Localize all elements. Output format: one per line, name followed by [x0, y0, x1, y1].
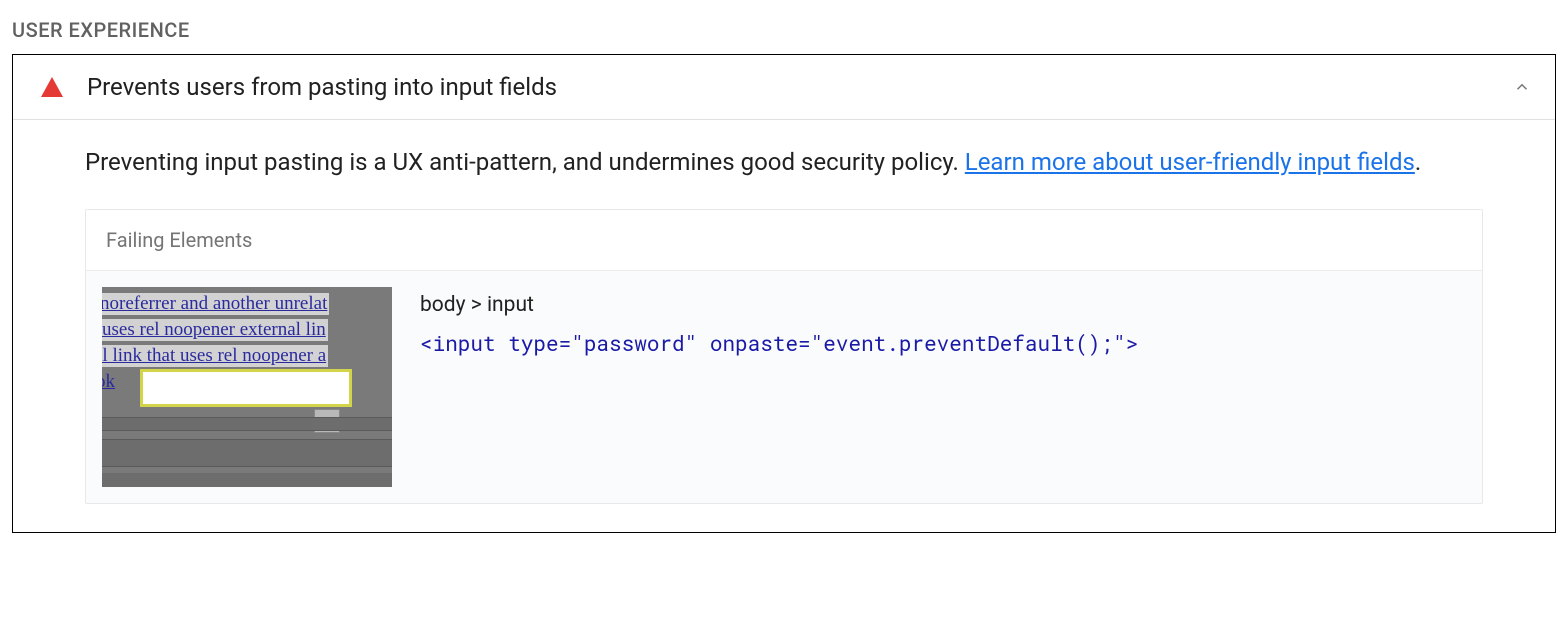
- failing-element-row: noreferrer and another unrelat t uses re…: [86, 271, 1482, 503]
- element-screenshot-thumbnail: noreferrer and another unrelat t uses re…: [102, 287, 392, 487]
- thumb-decoration: [102, 473, 392, 487]
- failing-elements-header: Failing Elements: [86, 210, 1482, 271]
- thumb-text-line: t uses rel noopener external lin: [102, 319, 328, 341]
- failing-element-details: body > input <input type="password" onpa…: [420, 287, 1466, 487]
- learn-more-link[interactable]: Learn more about user-friendly input fie…: [965, 148, 1415, 176]
- audit-card: Prevents users from pasting into input f…: [12, 54, 1556, 533]
- thumb-decoration: [102, 417, 392, 431]
- thumb-decoration: [102, 439, 392, 467]
- audit-body: Preventing input pasting is a UX anti-pa…: [13, 120, 1555, 532]
- highlighted-input-box: [140, 369, 352, 407]
- thumb-text-line: ok: [102, 371, 117, 393]
- warning-triangle-icon: [41, 77, 63, 97]
- failing-elements-panel: Failing Elements noreferrer and another …: [85, 209, 1483, 504]
- thumb-text-line: al link that uses rel noopener a: [102, 345, 328, 367]
- thumb-text-line: noreferrer and another unrelat: [102, 293, 329, 315]
- audit-title: Prevents users from pasting into input f…: [87, 73, 1513, 101]
- audit-header[interactable]: Prevents users from pasting into input f…: [13, 55, 1555, 120]
- section-label: USER EXPERIENCE: [12, 18, 1556, 42]
- description-suffix: .: [1415, 148, 1421, 176]
- element-selector: body > input: [420, 293, 1466, 317]
- audit-description: Preventing input pasting is a UX anti-pa…: [85, 144, 1483, 181]
- chevron-up-icon: [1513, 78, 1531, 96]
- description-prefix: Preventing input pasting is a UX anti-pa…: [85, 148, 965, 176]
- element-snippet: <input type="password" onpaste="event.pr…: [420, 329, 1466, 357]
